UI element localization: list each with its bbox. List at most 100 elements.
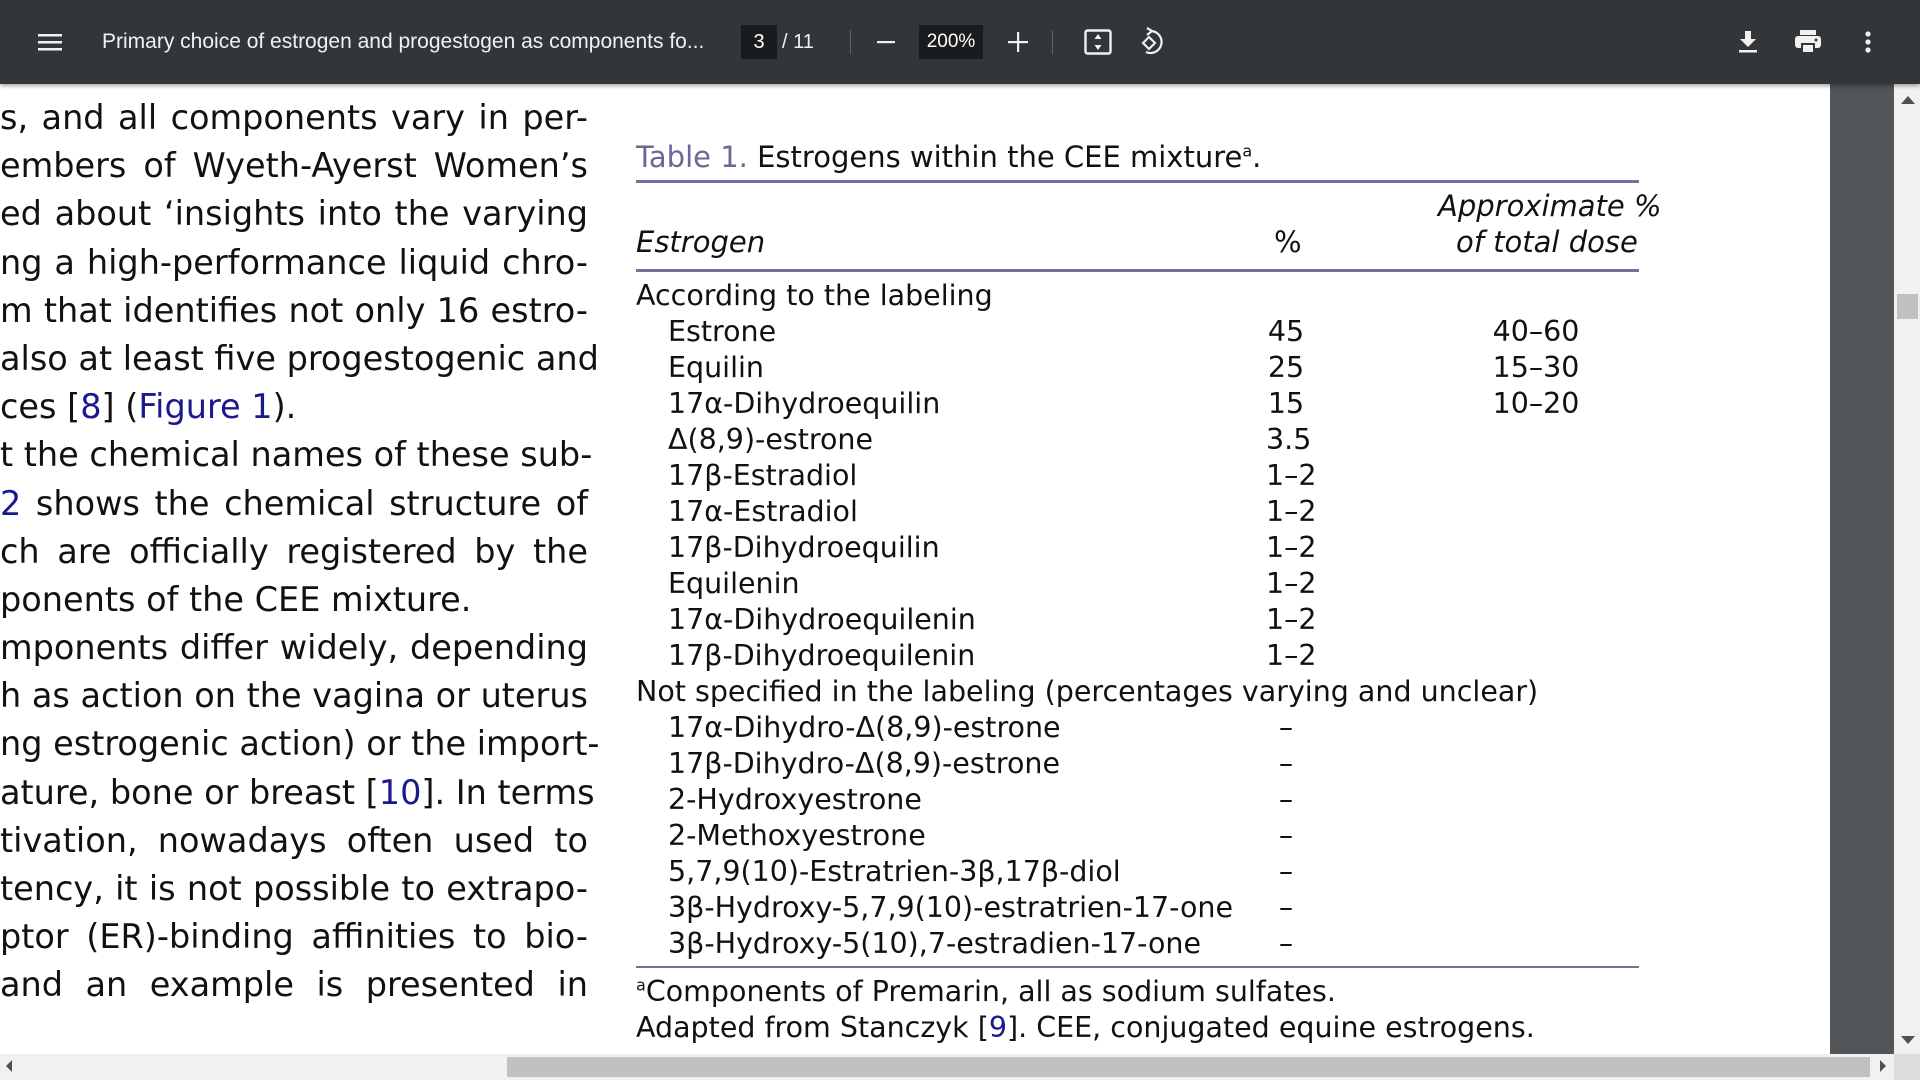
percent-value: 3.5 — [1266, 423, 1312, 456]
body-line: tency, it is not possible to extrapo- — [0, 869, 588, 908]
body-line: ed about ‘insights into the varying — [0, 194, 588, 234]
estrogens-table: Table 1. Estrogens within the CEE mixtur… — [636, 136, 1662, 1046]
scroll-up-arrow-icon[interactable] — [1901, 96, 1915, 104]
percent-value: – — [1278, 747, 1294, 780]
scrollbar-corner — [1894, 1054, 1920, 1080]
table-caption: Table 1. Estrogens within the CEE mixtur… — [636, 136, 1639, 178]
estrogen-name: Equilenin — [668, 567, 800, 600]
body-line: embers of Wyeth-Ayerst Women’s — [0, 146, 588, 186]
table-row: 5,7,9(10)-Estratrien-3β,17β-diol – — [636, 854, 1639, 890]
percent-value: 1–2 — [1266, 459, 1317, 492]
estrogen-name: 2-Hydroxyestrone — [668, 783, 922, 816]
footnote-marker: a — [636, 975, 646, 995]
table-row: Equilin 25 15–30 — [636, 350, 1639, 386]
percent-value: – — [1278, 711, 1294, 744]
body-line: tivation, nowadays often used to — [0, 820, 588, 860]
group-label-unspecified: Not specified in the labeling (percentag… — [636, 674, 1639, 710]
caption-period: . — [1252, 140, 1262, 174]
estrogen-name: 17α-Dihydroequilenin — [668, 603, 976, 636]
percent-value: 1–2 — [1266, 603, 1317, 636]
estrogen-name: 17β-Dihydroequilin — [668, 531, 940, 564]
print-button[interactable] — [1788, 22, 1828, 62]
pdf-page: s, and all components vary in per- ember… — [0, 84, 1830, 1054]
zoom-level-input[interactable]: 200% — [919, 25, 983, 59]
vertical-scrollbar[interactable] — [1830, 84, 1920, 1054]
approx-dose-value: 40–60 — [1492, 315, 1580, 348]
header-percent: % — [1274, 225, 1302, 259]
reference-link[interactable]: 10 — [379, 773, 422, 812]
body-line: ng a high-performance liquid chro- — [0, 242, 588, 282]
reference-link[interactable]: 8 — [80, 387, 101, 426]
group-label-labeled: According to the labeling — [636, 278, 1639, 314]
estrogen-name: 17α-Dihydroequilin — [668, 387, 941, 420]
reference-link[interactable]: 9 — [989, 1011, 1007, 1044]
pdf-toolbar: Primary choice of estrogen and progestog… — [0, 0, 1920, 84]
rotate-button[interactable] — [1131, 22, 1171, 62]
table-caption-text: Estrogens within the CEE mixture — [757, 140, 1243, 174]
zoom-in-button[interactable] — [998, 22, 1038, 62]
percent-value: 45 — [1267, 315, 1305, 348]
estrogen-name: 3β-Hydroxy-5,7,9(10)-estratrien-17-one — [668, 891, 1234, 924]
body-line: m that identifies not only 16 estro- — [0, 290, 588, 330]
toolbar-divider — [1052, 30, 1053, 54]
download-icon — [1738, 30, 1758, 54]
download-button[interactable] — [1728, 22, 1768, 62]
body-line: ng estrogenic action) or the import- — [0, 724, 600, 764]
table-caption-label: Table 1. — [636, 140, 748, 174]
scrollbar-thumb[interactable] — [1897, 294, 1918, 319]
source-text: Adapted from Stanczyk [ — [636, 1011, 989, 1044]
table-row: Equilenin 1–2 — [636, 566, 1639, 602]
table-row: 17α-Estradiol 1–2 — [636, 494, 1639, 530]
percent-value: 1–2 — [1266, 567, 1317, 600]
page-number-input[interactable]: 3 — [741, 25, 777, 59]
more-vert-icon — [1864, 30, 1872, 54]
table-row: 17β-Dihydro-Δ(8,9)-estrone – — [636, 746, 1639, 782]
estrogen-name: 17β-Dihydroequilenin — [668, 639, 976, 672]
figure-link[interactable]: Figure 1 — [138, 387, 272, 426]
body-line-with-link: 2 shows the chemical structure of — [0, 483, 588, 523]
table-footnote: aComponents of Premarin, all as sodium s… — [636, 974, 1639, 1010]
zoom-out-icon — [876, 32, 896, 52]
table-row: 3β-Hydroxy-5,7,9(10)-estratrien-17-one – — [636, 890, 1639, 926]
table-row: Δ(8,9)-estrone 3.5 — [636, 422, 1639, 458]
scroll-right-arrow-icon[interactable] — [1880, 1060, 1886, 1072]
body-line: ponents of the CEE mixture. — [0, 579, 472, 619]
horizontal-scrollbar[interactable] — [0, 1054, 1894, 1080]
scroll-left-arrow-icon[interactable] — [6, 1060, 12, 1072]
estrogen-name: Δ(8,9)-estrone — [668, 423, 874, 456]
print-icon — [1794, 29, 1822, 55]
table-row: 3β-Hydroxy-5(10),7-estradien-17-one – — [636, 926, 1639, 962]
header-estrogen: Estrogen — [636, 225, 766, 259]
estrogen-name: 5,7,9(10)-Estratrien-3β,17β-diol — [668, 855, 1121, 888]
scrollbar-thumb[interactable] — [507, 1057, 1870, 1077]
table-row: 17α-Dihydroequilin 15 10–20 — [636, 386, 1639, 422]
scrollbar-track[interactable] — [1894, 84, 1920, 1054]
group-label: According to the labeling — [636, 279, 993, 312]
rotate-icon — [1137, 27, 1165, 57]
zoom-in-icon — [1007, 31, 1029, 53]
estrogen-name: 17α-Estradiol — [668, 495, 858, 528]
body-line: ptor (ER)-binding affinities to bio- — [0, 917, 588, 957]
more-options-button[interactable] — [1848, 22, 1888, 62]
percent-value: – — [1278, 855, 1294, 888]
header-approx-line2: of total dose — [1456, 225, 1638, 259]
page-total: / 11 — [782, 30, 814, 53]
menu-button[interactable] — [28, 22, 72, 62]
zoom-out-button[interactable] — [866, 22, 906, 62]
menu-icon — [38, 32, 62, 52]
table-row: 2-Methoxyestrone – — [636, 818, 1639, 854]
table-link[interactable]: 2 — [0, 484, 21, 523]
percent-value: – — [1278, 891, 1294, 924]
scroll-down-arrow-icon[interactable] — [1901, 1036, 1915, 1044]
body-line-with-link: ature, bone or breast [10]. In terms — [0, 772, 595, 812]
percent-value: – — [1278, 783, 1294, 816]
percent-value: 1–2 — [1266, 495, 1317, 528]
fit-page-icon — [1084, 29, 1112, 55]
estrogen-name: Equilin — [668, 351, 764, 384]
group-label: Not specified in the labeling (percentag… — [636, 675, 1539, 708]
table-row: 17β-Dihydroequilenin 1–2 — [636, 638, 1639, 674]
fit-to-page-button[interactable] — [1078, 22, 1118, 62]
percent-value: 15 — [1267, 387, 1305, 420]
approx-dose-value: 15–30 — [1492, 351, 1580, 384]
table-header: Estrogen % Approximate % of total dose — [636, 183, 1662, 269]
